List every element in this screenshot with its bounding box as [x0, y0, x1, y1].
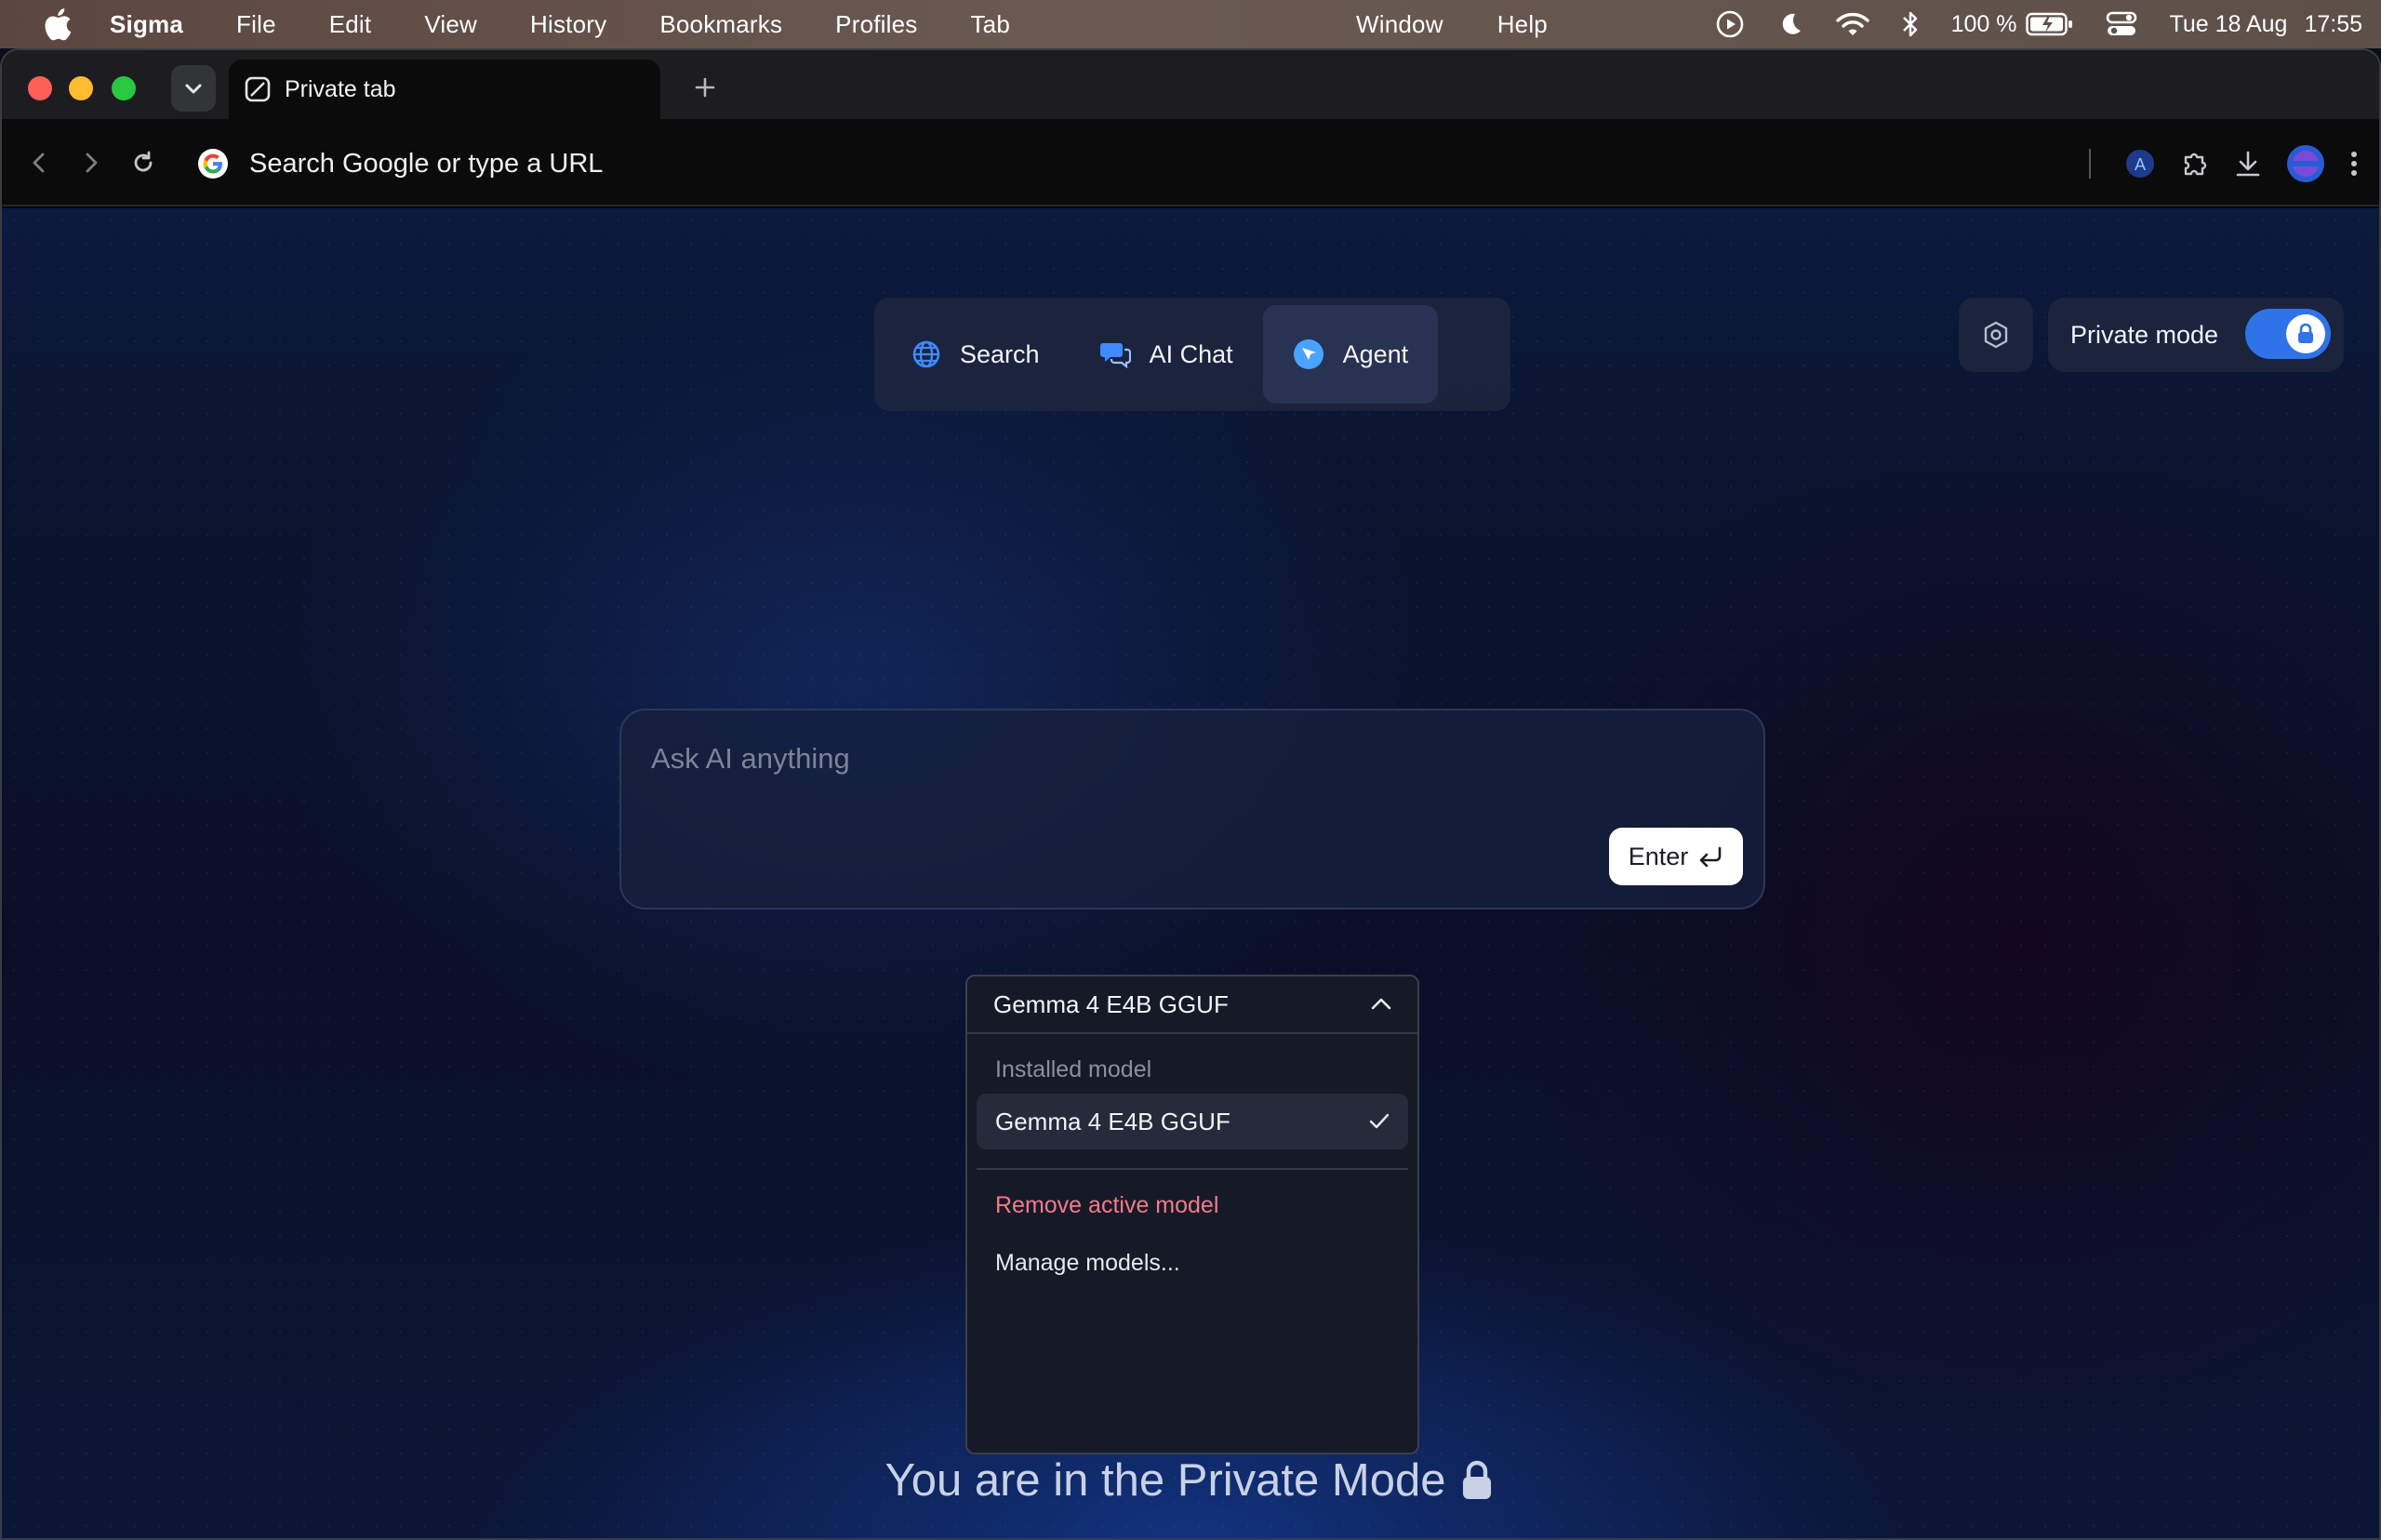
menubar-time: 17:55: [2304, 10, 2362, 37]
play-circle-icon[interactable]: [1715, 9, 1745, 39]
mode-agent-label: Agent: [1342, 339, 1409, 368]
battery-icon: [2026, 12, 2073, 36]
battery-percent: 100 %: [1950, 10, 2017, 37]
browser-toolbar: Search Google or type a URL A: [2, 119, 2379, 206]
puzzle-extensions-icon[interactable]: [2178, 148, 2210, 179]
plus-icon: [695, 77, 715, 98]
omnibox-placeholder: Search Google or type a URL: [249, 148, 604, 179]
prompt-placeholder: Ask AI anything: [651, 742, 850, 775]
mode-ai-chat-label: AI Chat: [1149, 339, 1233, 368]
back-button[interactable]: [20, 144, 58, 181]
menu-history[interactable]: History: [530, 10, 606, 39]
mode-agent[interactable]: Agent: [1262, 305, 1439, 404]
return-key-icon: [1699, 846, 1722, 868]
menu-bookmarks[interactable]: Bookmarks: [659, 10, 782, 39]
arrow-right-icon: [86, 153, 98, 173]
moon-icon[interactable]: [1776, 10, 1804, 38]
omnibox[interactable]: Search Google or type a URL: [197, 139, 603, 188]
profile-letter: A: [2135, 155, 2146, 174]
model-select-trigger[interactable]: Gemma 4 E4B GGUF: [967, 976, 1417, 1034]
control-center-icon[interactable]: [2106, 10, 2137, 38]
battery-status[interactable]: 100 %: [1951, 11, 2075, 38]
private-tab-icon: [245, 76, 271, 102]
mode-search-label: Search: [960, 339, 1040, 368]
toolbar-actions: A: [2089, 139, 2361, 188]
gear-icon: [1984, 321, 2008, 349]
manage-models-item[interactable]: Manage models...: [995, 1250, 1180, 1277]
model-option-label: Gemma 4 E4B GGUF: [995, 1107, 1230, 1135]
profile-avatar[interactable]: [2286, 144, 2325, 183]
browser-window: Private tab Search Google or type a URL: [0, 48, 2381, 1540]
private-mode-notice: You are in the Private Mode: [2, 1454, 2379, 1507]
installed-model-heading: Installed model: [995, 1056, 1152, 1082]
google-g-icon: [198, 149, 228, 179]
dropdown-divider: [977, 1168, 1408, 1170]
mode-search[interactable]: Search: [882, 305, 1070, 404]
checkmark-icon: [1369, 1113, 1390, 1129]
menu-app-name[interactable]: Sigma: [110, 10, 183, 39]
private-mode-toggle[interactable]: [2245, 309, 2331, 359]
more-menu-icon[interactable]: [2348, 148, 2361, 179]
model-option[interactable]: Gemma 4 E4B GGUF: [977, 1094, 1408, 1149]
menu-help[interactable]: Help: [1497, 10, 1548, 39]
minimize-window-button[interactable]: [69, 76, 93, 100]
padlock-icon: [1463, 1460, 1492, 1499]
download-icon[interactable]: [2232, 148, 2264, 179]
menu-window[interactable]: Window: [1356, 10, 1443, 39]
menubar-clock[interactable]: Tue 18 Aug 17:55: [2169, 11, 2362, 38]
close-window-button[interactable]: [28, 76, 52, 100]
chevron-down-icon: [185, 84, 202, 94]
enter-button-label: Enter: [1628, 842, 1689, 870]
ai-prompt-box[interactable]: Ask AI anything Enter: [619, 709, 1765, 909]
tab-search-button[interactable]: [171, 65, 216, 112]
chat-bubbles-icon: [1099, 343, 1131, 369]
tab-strip: Private tab: [2, 50, 2379, 119]
new-tab-button[interactable]: [686, 69, 724, 106]
menu-view[interactable]: View: [424, 10, 477, 39]
tab-title: Private tab: [285, 75, 396, 102]
arrow-left-icon: [33, 153, 45, 173]
toolbar-divider: [2089, 149, 2091, 179]
menu-tab[interactable]: Tab: [970, 10, 1010, 39]
lock-icon: [2298, 323, 2313, 343]
agent-cursor-icon: [1293, 339, 1324, 369]
remove-active-model-item[interactable]: Remove active model: [995, 1192, 1218, 1219]
model-selected-label: Gemma 4 E4B GGUF: [993, 989, 1229, 1018]
private-mode-control: Private mode: [2048, 298, 2344, 372]
private-mode-notice-text: You are in the Private Mode: [885, 1455, 1446, 1506]
macos-menubar: Sigma File Edit View History Bookmarks P…: [0, 0, 2381, 48]
toggle-knob: [2286, 314, 2325, 353]
settings-button[interactable]: [1959, 298, 2033, 372]
reload-icon: [134, 151, 153, 172]
zoom-window-button[interactable]: [112, 76, 136, 100]
menubar-status-area: 100 % Tue 18 Aug 17:55: [1715, 0, 2362, 48]
mode-switcher: Search AI Chat Agent: [874, 298, 1510, 411]
reload-button[interactable]: [125, 144, 162, 181]
menu-right-group: Window Help: [1356, 0, 1602, 48]
menu-edit[interactable]: Edit: [329, 10, 372, 39]
private-new-tab-page: Search AI Chat Agent Private mode Ask AI…: [2, 208, 2379, 1538]
menubar-date: Tue 18 Aug: [2169, 10, 2288, 37]
translate-extension-icon[interactable]: A: [2124, 148, 2156, 179]
model-dropdown: Gemma 4 E4B GGUF Installed model Gemma 4…: [965, 975, 1419, 1454]
private-mode-label: Private mode: [2070, 320, 2219, 349]
chevron-up-icon: [1371, 998, 1391, 1010]
wifi-icon[interactable]: [1835, 11, 1869, 37]
tab-private[interactable]: Private tab: [229, 60, 660, 119]
apple-logo-icon[interactable]: [41, 6, 73, 43]
globe-icon: [912, 340, 940, 368]
bluetooth-icon[interactable]: [1901, 9, 1920, 39]
forward-button[interactable]: [73, 144, 110, 181]
menu-profiles[interactable]: Profiles: [835, 10, 917, 39]
mode-ai-chat[interactable]: AI Chat: [1070, 305, 1263, 404]
menu-file[interactable]: File: [236, 10, 276, 39]
enter-button[interactable]: Enter: [1609, 828, 1743, 885]
